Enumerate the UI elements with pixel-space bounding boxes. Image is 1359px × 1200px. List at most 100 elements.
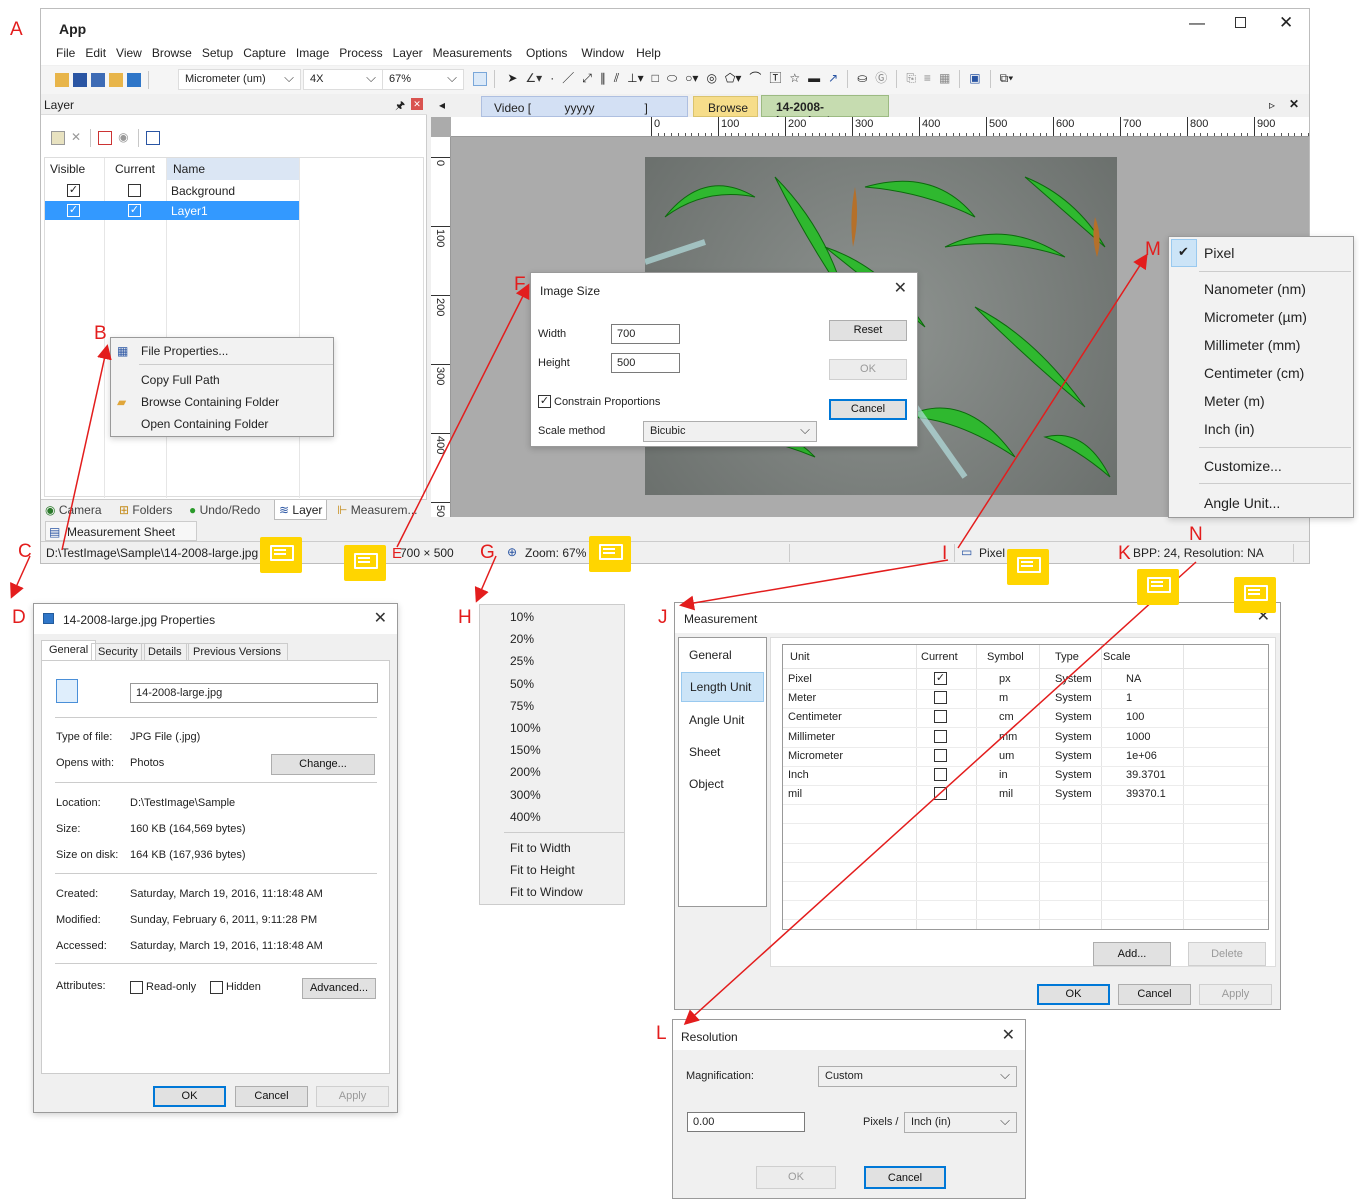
zoom-option[interactable]: 200%: [510, 765, 541, 779]
zoom-option[interactable]: 50%: [510, 677, 534, 691]
nav-length-unit[interactable]: Length Unit: [681, 672, 764, 702]
menu-view[interactable]: View: [116, 46, 142, 60]
close-icon[interactable]: ✕: [374, 611, 387, 627]
tab-camera[interactable]: ◉ Camera: [45, 503, 102, 517]
tab-details[interactable]: Details: [141, 643, 189, 661]
nav-sheet[interactable]: Sheet: [689, 745, 720, 759]
cancel-button[interactable]: Cancel: [829, 399, 907, 420]
menu-copy-full-path[interactable]: Copy Full Path: [111, 369, 333, 391]
constrain-checkbox[interactable]: ✓: [538, 395, 551, 408]
readonly-checkbox[interactable]: [130, 981, 143, 994]
zoom-option[interactable]: 400%: [510, 810, 541, 824]
current-unit-checkbox[interactable]: ✓: [934, 672, 947, 685]
visibility-icon[interactable]: ◉: [118, 130, 128, 144]
unit-micrometer[interactable]: Micrometer (µm): [1204, 309, 1307, 325]
merge-layer-icon[interactable]: [145, 131, 160, 145]
comment-note-icon[interactable]: [260, 537, 302, 573]
arc-icon[interactable]: ⌒: [749, 71, 761, 85]
current-checkbox[interactable]: [128, 184, 141, 197]
tab-image[interactable]: 14-2008-large.jpg*: [761, 95, 889, 128]
tab-previous-versions[interactable]: Previous Versions: [186, 643, 289, 661]
unit-nanometer[interactable]: Nanometer (nm): [1204, 281, 1306, 297]
col-name[interactable]: Name: [173, 162, 205, 176]
comment-note-icon[interactable]: [1007, 549, 1049, 585]
zoom-option[interactable]: 150%: [510, 743, 541, 757]
unit-select[interactable]: Micrometer (um): [178, 68, 301, 90]
align-icon[interactable]: ≡: [924, 71, 931, 85]
tab-measurement-sheet[interactable]: ▤ Measurement Sheet: [45, 521, 197, 541]
menu-edit[interactable]: Edit: [85, 46, 106, 60]
zoom-option[interactable]: 300%: [510, 788, 541, 802]
line-tool-icon[interactable]: ／: [562, 71, 574, 85]
browse-folder-icon[interactable]: [109, 73, 123, 87]
tab-browse[interactable]: Browse: [693, 96, 758, 117]
count-icon[interactable]: ⛀: [857, 71, 867, 85]
menu-capture[interactable]: Capture: [243, 46, 286, 60]
menu-measurements[interactable]: Measurements: [433, 46, 512, 60]
text-tool-icon[interactable]: 🅃: [769, 71, 781, 85]
add-button[interactable]: Add...: [1093, 942, 1171, 966]
comment-note-icon[interactable]: [589, 536, 631, 572]
menu-help[interactable]: Help: [636, 46, 661, 60]
hidden-checkbox[interactable]: [210, 981, 223, 994]
angle-unit-item[interactable]: Angle Unit...: [1204, 495, 1280, 511]
height-input[interactable]: 500: [611, 353, 680, 373]
per-unit-select[interactable]: Inch (in): [904, 1111, 1017, 1133]
current-unit-checkbox[interactable]: [934, 729, 947, 743]
rectangle-icon[interactable]: □: [652, 71, 659, 85]
open-folder-icon[interactable]: [55, 73, 69, 87]
apply-button[interactable]: Apply: [316, 1086, 389, 1107]
unit-col-symbol[interactable]: Symbol: [987, 651, 1024, 663]
polygon-icon[interactable]: ⬠▾: [725, 71, 741, 85]
menu-open-folder[interactable]: Open Containing Folder: [111, 413, 333, 435]
menu-browse-folder[interactable]: ▰ Browse Containing Folder: [111, 391, 333, 413]
visible-checkbox[interactable]: ✓: [67, 204, 80, 217]
current-unit-checkbox[interactable]: [934, 710, 947, 724]
nav-angle-unit[interactable]: Angle Unit: [689, 713, 744, 727]
zoom-option[interactable]: 75%: [510, 699, 534, 713]
tab-folders[interactable]: ⊞ Folders: [119, 503, 172, 517]
apply-button[interactable]: Apply: [1199, 984, 1272, 1005]
tab-measurement[interactable]: ⊩ Measurem...: [337, 503, 417, 517]
zoom-option[interactable]: Fit to Window: [510, 885, 583, 899]
cancel-button[interactable]: Cancel: [235, 1086, 308, 1107]
menu-setup[interactable]: Setup: [202, 46, 233, 60]
col-current[interactable]: Current: [115, 162, 155, 176]
minimize-button[interactable]: —: [1189, 15, 1205, 33]
zoom-option[interactable]: 10%: [510, 610, 534, 624]
popout-icon[interactable]: ⧉▾: [1000, 71, 1014, 85]
current-unit-checkbox[interactable]: [934, 748, 947, 762]
menu-window[interactable]: Window: [581, 46, 624, 60]
current-unit-checkbox[interactable]: [934, 787, 947, 801]
delete-layer-icon[interactable]: ✕: [71, 130, 81, 144]
zoom-option[interactable]: Fit to Width: [510, 841, 571, 855]
ok-button[interactable]: OK: [153, 1086, 226, 1107]
zoom-option[interactable]: Fit to Height: [510, 863, 575, 877]
menu-process[interactable]: Process: [339, 46, 382, 60]
ok-button[interactable]: OK: [829, 359, 907, 380]
comment-note-icon[interactable]: [344, 545, 386, 581]
change-button[interactable]: Change...: [271, 754, 375, 775]
perpendicular-icon[interactable]: ⊥▾: [627, 71, 643, 85]
magnification-select[interactable]: Custom: [818, 1065, 1017, 1087]
layer-row-layer1[interactable]: ✓ ✓ Layer1: [45, 201, 299, 220]
cancel-button[interactable]: Cancel: [1118, 984, 1191, 1005]
nav-general[interactable]: General: [689, 648, 732, 662]
status-zoom[interactable]: Zoom: 67%: [525, 546, 586, 560]
unit-customize[interactable]: Customize...: [1204, 458, 1282, 474]
star-icon[interactable]: ☆: [789, 71, 800, 85]
close-icon[interactable]: ✕: [1002, 1028, 1015, 1044]
tab-undo-redo[interactable]: ● Undo/Redo: [189, 503, 260, 517]
menu-image[interactable]: Image: [296, 46, 329, 60]
comment-note-icon[interactable]: [1137, 569, 1179, 605]
maximize-button[interactable]: [1235, 17, 1246, 28]
unit-col-scale[interactable]: Scale: [1103, 651, 1131, 663]
tab-general[interactable]: General: [41, 640, 97, 661]
unit-pixel[interactable]: Pixel: [1204, 245, 1234, 261]
menu-options[interactable]: Options: [526, 46, 567, 60]
scalebar-icon[interactable]: ▬: [808, 71, 820, 85]
unit-col-current[interactable]: Current: [921, 651, 958, 663]
word-export-icon[interactable]: ▣: [969, 71, 980, 85]
g-icon[interactable]: Ⓖ: [875, 71, 887, 85]
close-doc-icon[interactable]: ✕: [1289, 97, 1299, 111]
